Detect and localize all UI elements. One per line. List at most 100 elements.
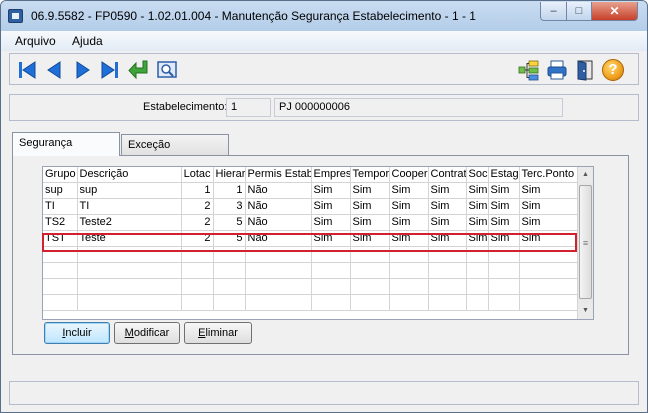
empty-cell[interactable] (466, 278, 489, 295)
table-cell[interactable]: Sim (389, 230, 429, 247)
empty-cell[interactable] (488, 246, 520, 263)
empty-cell[interactable] (350, 262, 390, 279)
empty-cell[interactable] (43, 278, 78, 295)
empty-cell[interactable] (519, 246, 579, 263)
empty-cell[interactable] (77, 262, 182, 279)
col-permis-estab[interactable]: Permis Estab (245, 167, 312, 183)
empty-cell[interactable] (181, 294, 214, 311)
tab-seguranca[interactable]: Segurança (12, 132, 120, 156)
scroll-down-arrow-icon[interactable]: ▼ (578, 303, 593, 319)
empty-cell[interactable] (389, 246, 429, 263)
table-cell[interactable]: Sim (428, 182, 467, 199)
table-cell[interactable]: Sim (350, 214, 390, 231)
table-cell[interactable]: Sim (311, 214, 351, 231)
table-cell[interactable]: Sim (350, 230, 390, 247)
table-cell[interactable]: Sim (311, 230, 351, 247)
table-cell[interactable]: 1 (213, 182, 246, 199)
table-cell[interactable]: Sim (466, 214, 489, 231)
security-grid[interactable]: Grupo Descrição Lotac Hierar Permis Esta… (42, 166, 594, 320)
empty-cell[interactable] (389, 262, 429, 279)
empty-cell[interactable] (245, 278, 312, 295)
table-cell[interactable]: Sim (389, 198, 429, 215)
table-cell[interactable]: Sim (350, 182, 390, 199)
first-record-icon[interactable] (16, 59, 38, 81)
return-icon[interactable] (128, 59, 150, 81)
empty-cell[interactable] (213, 246, 246, 263)
scroll-up-arrow-icon[interactable]: ▲ (578, 167, 593, 183)
empty-cell[interactable] (389, 294, 429, 311)
col-descricao[interactable]: Descrição (77, 167, 182, 183)
table-cell[interactable]: 2 (181, 198, 214, 215)
table-cell[interactable]: Sim (428, 198, 467, 215)
table-row[interactable]: TI TI 2 3 Não Sim Sim Sim Sim Sim Sim Sim (43, 198, 579, 215)
menu-ajuda[interactable]: Ajuda (72, 34, 103, 48)
empty-cell[interactable] (428, 294, 467, 311)
table-cell[interactable]: Sim (389, 214, 429, 231)
table-cell[interactable]: Sim (488, 198, 520, 215)
empty-row[interactable] (43, 278, 579, 295)
table-cell[interactable]: 2 (181, 230, 214, 247)
table-cell[interactable]: 5 (213, 230, 246, 247)
table-cell[interactable]: TST (43, 230, 78, 247)
table-cell[interactable]: Sim (389, 182, 429, 199)
structure-icon[interactable] (518, 59, 540, 81)
empty-cell[interactable] (488, 262, 520, 279)
table-cell[interactable]: TI (77, 198, 182, 215)
empty-cell[interactable] (428, 278, 467, 295)
empty-cell[interactable] (311, 294, 351, 311)
empty-cell[interactable] (213, 262, 246, 279)
col-lotac[interactable]: Lotac (181, 167, 214, 183)
table-row[interactable]: TS2 Teste2 2 5 Não Sim Sim Sim Sim Sim Sim Sim (43, 214, 579, 231)
table-cell[interactable]: TS2 (43, 214, 78, 231)
table-cell[interactable]: Sim (428, 214, 467, 231)
next-record-icon[interactable] (72, 59, 94, 81)
table-cell[interactable]: sup (77, 182, 182, 199)
empty-cell[interactable] (181, 246, 214, 263)
empty-cell[interactable] (350, 294, 390, 311)
col-cooper[interactable]: Cooper (389, 167, 429, 183)
table-cell[interactable]: 2 (181, 214, 214, 231)
table-cell[interactable]: Sim (466, 198, 489, 215)
empty-row[interactable] (43, 294, 579, 311)
print-icon[interactable] (546, 59, 568, 81)
col-contrat[interactable]: Contrat (428, 167, 467, 183)
table-cell[interactable]: Sim (519, 214, 579, 231)
empty-cell[interactable] (77, 278, 182, 295)
table-cell[interactable]: Sim (488, 182, 520, 199)
tab-excecao[interactable]: Exceção (121, 134, 229, 155)
empty-cell[interactable] (519, 294, 579, 311)
empty-cell[interactable] (311, 246, 351, 263)
col-grupo[interactable]: Grupo (43, 167, 78, 183)
scroll-thumb[interactable]: ≡ (579, 185, 592, 299)
table-cell[interactable]: Teste2 (77, 214, 182, 231)
previous-record-icon[interactable] (43, 59, 65, 81)
help-icon[interactable]: ? (602, 59, 624, 81)
table-cell[interactable]: Sim (311, 182, 351, 199)
table-cell[interactable]: 5 (213, 214, 246, 231)
eliminar-button[interactable]: Eliminar (184, 322, 252, 344)
empty-cell[interactable] (311, 262, 351, 279)
empty-cell[interactable] (389, 278, 429, 295)
empty-cell[interactable] (43, 294, 78, 311)
table-cell[interactable]: Sim (519, 198, 579, 215)
empty-cell[interactable] (181, 278, 214, 295)
table-cell[interactable]: TI (43, 198, 78, 215)
empty-cell[interactable] (245, 262, 312, 279)
table-cell[interactable]: Não (245, 182, 312, 199)
col-estag[interactable]: Estag (488, 167, 520, 183)
zoom-icon[interactable] (156, 59, 178, 81)
table-cell[interactable]: 1 (181, 182, 214, 199)
table-cell[interactable]: Não (245, 230, 312, 247)
table-cell[interactable]: Sim (519, 230, 579, 247)
table-cell[interactable]: Não (245, 214, 312, 231)
empty-cell[interactable] (311, 278, 351, 295)
col-hierar[interactable]: Hierar (213, 167, 246, 183)
minimize-button[interactable]: ‒ (540, 2, 567, 21)
empty-cell[interactable] (350, 246, 390, 263)
table-cell[interactable]: Não (245, 198, 312, 215)
empty-row[interactable] (43, 246, 579, 263)
table-cell[interactable]: Sim (466, 230, 489, 247)
incluir-button[interactable]: Incluir (44, 322, 110, 344)
empty-cell[interactable] (488, 294, 520, 311)
empty-cell[interactable] (213, 294, 246, 311)
